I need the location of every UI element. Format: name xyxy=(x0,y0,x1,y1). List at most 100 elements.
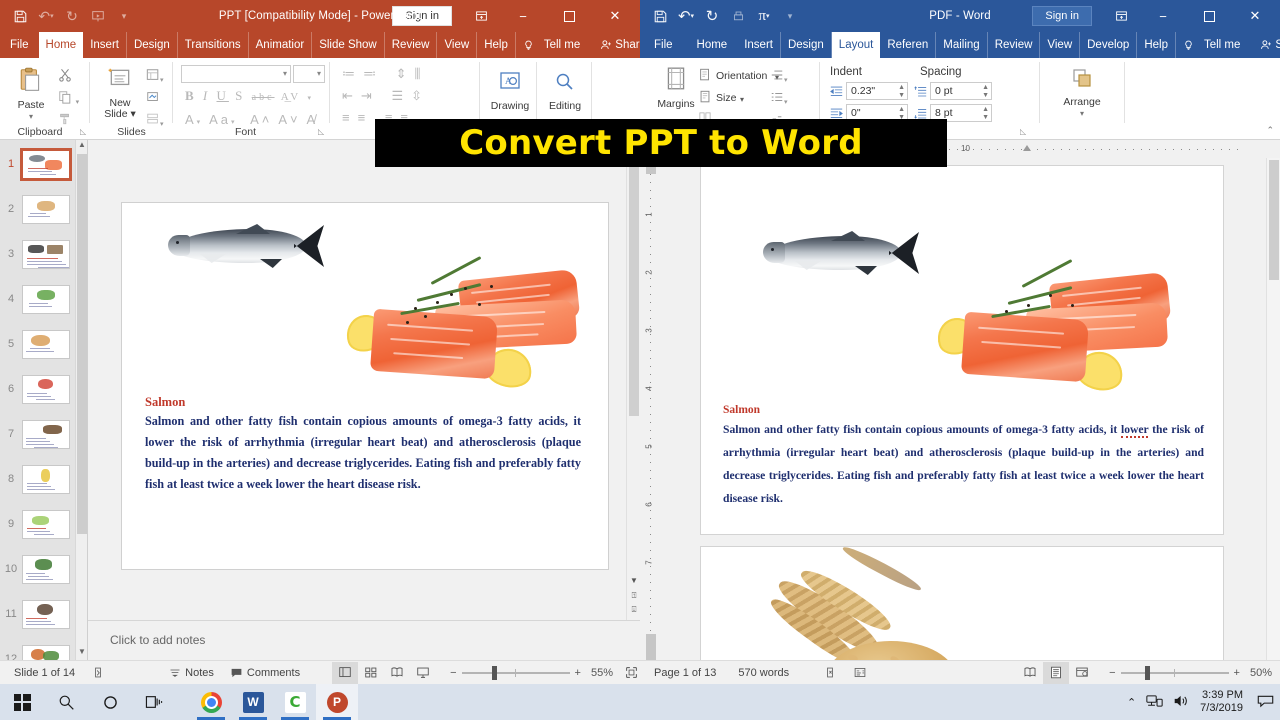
salmon-fillet-image[interactable] xyxy=(931,259,1181,395)
slide-thumbnail-pane[interactable]: 1 2 3 4 5 6 7 8 9 10 11 12 ▲ ▼ xyxy=(0,140,88,660)
tab-transitions[interactable]: Transitions xyxy=(178,32,249,58)
slide-thumbnail-preview[interactable] xyxy=(22,284,70,314)
slide-thumbnail-item[interactable]: 7 xyxy=(0,413,87,455)
indent-left-spin-arrows[interactable]: ▲ ▼ xyxy=(898,84,905,100)
ppt-zoom-track[interactable] xyxy=(461,665,570,680)
word-scrollbar-thumb[interactable] xyxy=(1269,160,1279,280)
strikethrough-button[interactable]: abc xyxy=(252,92,275,103)
redo-icon[interactable]: ↻ xyxy=(700,4,724,28)
network-icon[interactable] xyxy=(1146,694,1163,711)
ppt-zoom-level[interactable]: 55% xyxy=(591,667,613,679)
spacing-before-spin-arrows[interactable]: ▲ ▼ xyxy=(982,84,989,100)
read-mode-view-button[interactable] xyxy=(1017,662,1043,684)
breaks-icon[interactable]: ▾ xyxy=(770,68,788,87)
thumbnail-scroll-down-icon[interactable]: ▼ xyxy=(76,647,87,660)
editing-button[interactable]: Editing xyxy=(540,70,590,112)
character-spacing-button[interactable]: A͟V xyxy=(281,91,301,103)
tab-file[interactable]: File xyxy=(640,32,687,58)
slide-thumbnail-preview[interactable] xyxy=(22,194,70,224)
taskbar-chrome[interactable] xyxy=(190,684,232,720)
ppt-zoom-handle[interactable] xyxy=(491,665,497,680)
copy-icon[interactable]: ▾ xyxy=(58,90,79,109)
tab-help[interactable]: Help xyxy=(1137,32,1176,58)
indent-left-spinner[interactable]: 0.23" ▲ ▼ xyxy=(846,82,908,100)
document-canvas[interactable]: Salmon Salmon and other fatty fish conta… xyxy=(662,158,1264,660)
font-case-row[interactable]: A▾ Aa▾ A˄ A˅ A̸ xyxy=(185,112,318,127)
save-icon[interactable] xyxy=(8,4,32,28)
slide-thumbnail-item[interactable]: 10 xyxy=(0,548,87,590)
slide-thumbnail-preview[interactable] xyxy=(22,599,70,629)
current-slide[interactable]: Salmon Salmon and other fatty fish conta… xyxy=(121,202,609,570)
previous-slide-icon[interactable]: ⍐ xyxy=(627,591,640,605)
ribbon-display-options-icon[interactable] xyxy=(1102,0,1140,32)
word-zoom-slider[interactable]: − + 50% xyxy=(1109,665,1272,680)
cut-icon[interactable] xyxy=(58,68,72,84)
numbering-button[interactable]: ≕ xyxy=(363,66,384,81)
taskbar-powerpoint[interactable]: P xyxy=(316,684,358,720)
slide-scroll-down-icon[interactable]: ▼ xyxy=(627,576,640,590)
volume-icon[interactable] xyxy=(1173,694,1190,711)
start-from-beginning-icon[interactable] xyxy=(86,4,110,28)
text-direction-button[interactable]: ⫼ xyxy=(415,66,429,81)
slide-thumbnail-preview[interactable] xyxy=(22,419,70,449)
tab-animations[interactable]: Animatior xyxy=(249,32,313,58)
slide-thumbnail-preview[interactable] xyxy=(20,147,72,181)
notes-button[interactable]: Notes xyxy=(161,667,222,679)
slide-thumbnail-item[interactable]: 6 xyxy=(0,368,87,410)
bold-button[interactable]: B xyxy=(185,88,197,103)
tell-me-button[interactable]: Tell me xyxy=(1197,32,1247,58)
tab-layout[interactable]: Layout xyxy=(831,32,881,58)
slide-thumbnail-list[interactable]: 1 2 3 4 5 6 7 8 9 10 11 12 xyxy=(0,143,87,660)
tab-file[interactable]: File xyxy=(0,32,39,58)
size-chevron-icon[interactable]: ▾ xyxy=(740,93,744,106)
slide-layout-icon[interactable]: ▾ xyxy=(146,68,164,87)
tab-home[interactable]: Home xyxy=(687,32,738,58)
clear-formatting-button[interactable]: A̸ xyxy=(306,112,318,127)
tab-review[interactable]: Review xyxy=(988,32,1041,58)
undo-icon[interactable]: ↶ ▾ xyxy=(674,4,698,28)
slide-scrollbar[interactable]: ▲ ▼ ⍐ ⍗ xyxy=(626,140,640,620)
paste-button[interactable]: Paste ▾ xyxy=(8,66,54,123)
tell-me-lightbulb-icon[interactable] xyxy=(1176,32,1197,58)
cortana-icon[interactable] xyxy=(88,684,132,720)
slide-thumbnail-preview[interactable] xyxy=(22,374,70,404)
fit-slide-to-window-button[interactable] xyxy=(617,666,640,679)
tab-insert[interactable]: Insert xyxy=(83,32,127,58)
slideshow-view-button[interactable] xyxy=(410,662,436,684)
slide-thumbnail-item[interactable]: 8 xyxy=(0,458,87,500)
redo-icon[interactable]: ↻ xyxy=(60,4,84,28)
document-page-1[interactable]: Salmon Salmon and other fatty fish conta… xyxy=(700,165,1224,535)
word-view-buttons[interactable] xyxy=(1017,661,1095,684)
search-icon[interactable] xyxy=(44,684,88,720)
tab-references[interactable]: Referen xyxy=(880,32,937,58)
next-slide-icon[interactable]: ⍗ xyxy=(627,605,640,619)
slide-thumbnail-item[interactable]: 11 xyxy=(0,593,87,635)
new-slide-button[interactable]: New Slide ▾ xyxy=(96,66,144,120)
arrange-button[interactable]: Arrange ▾ xyxy=(1054,66,1110,120)
show-hidden-icons-icon[interactable]: ⌃ xyxy=(1127,696,1136,709)
salmon-fish-image[interactable] xyxy=(168,221,324,271)
tell-me-button[interactable]: Tell me xyxy=(537,32,587,58)
word-ribbon-tabs[interactable]: File Home Insert Design Layout Referen M… xyxy=(640,32,1280,58)
tab-developer[interactable]: Develop xyxy=(1080,32,1138,58)
wheat-image[interactable] xyxy=(756,542,986,660)
ppt-sign-in-button[interactable]: Sign in xyxy=(392,6,452,26)
line-numbers-icon[interactable]: ▾ xyxy=(770,90,788,109)
notes-placeholder[interactable]: Click to add notes xyxy=(110,633,205,647)
align-center-button[interactable]: ≡ xyxy=(358,110,374,125)
ppt-quick-access-toolbar[interactable]: ↶ ▾ ↻ ▾ xyxy=(0,4,136,28)
spacing-before-spinner[interactable]: 0 pt ▲ ▼ xyxy=(930,82,992,100)
font-color-button[interactable]: A xyxy=(185,112,197,127)
decrease-font-size-button[interactable]: A˅ xyxy=(278,112,300,127)
word-zoom-out-button[interactable]: − xyxy=(1109,667,1115,679)
slide-thumbnail-item[interactable]: 9 xyxy=(0,503,87,545)
proofing-errors-icon[interactable] xyxy=(797,666,845,679)
word-maximize-button[interactable] xyxy=(1186,0,1232,32)
slide-thumbnail-item[interactable]: 5 xyxy=(0,323,87,365)
tell-me-lightbulb-icon[interactable] xyxy=(516,32,537,58)
thumbnail-scrollbar-thumb[interactable] xyxy=(77,154,87,534)
shadow-button[interactable]: S xyxy=(235,88,245,103)
word-close-button[interactable]: ✕ xyxy=(1232,0,1278,32)
tab-insert[interactable]: Insert xyxy=(737,32,781,58)
increase-font-size-button[interactable]: A˄ xyxy=(250,112,272,127)
